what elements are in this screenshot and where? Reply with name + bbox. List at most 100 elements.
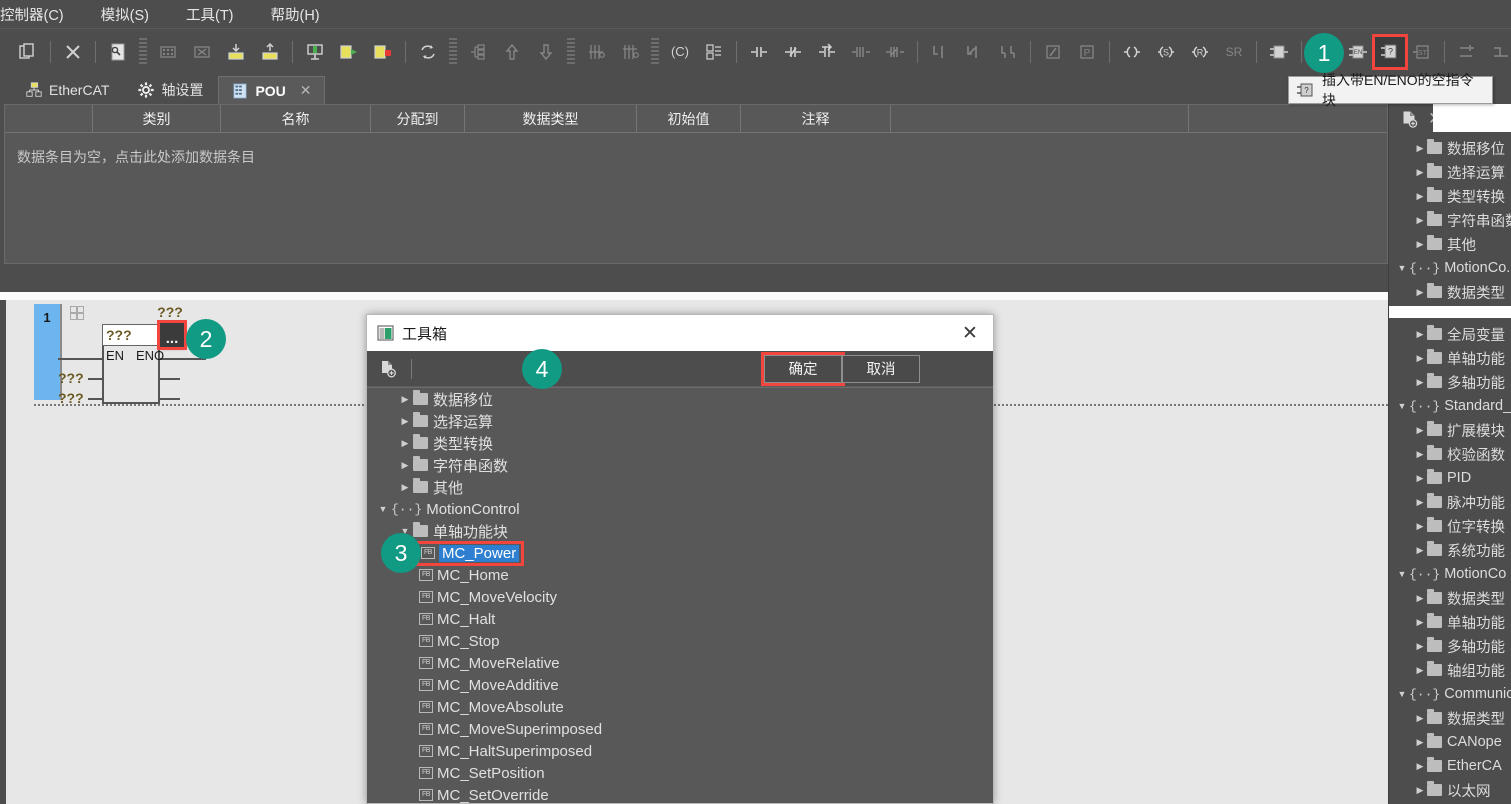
function-block[interactable]: FB MC_SetOverride (419, 787, 549, 803)
tree-item[interactable]: ▶ 脉冲功能 (1389, 490, 1511, 514)
tree-item[interactable]: ▶ 以太网 (1389, 778, 1511, 802)
menu-tools[interactable]: 工具(T) (186, 0, 249, 29)
input-label-1[interactable]: ??? (58, 370, 84, 386)
tree-item[interactable]: ▶ 类型转换 (1389, 184, 1511, 208)
tree-item[interactable]: ▶ 数据类型 (1389, 586, 1511, 610)
box-p-icon[interactable]: P (1070, 35, 1104, 69)
function-block[interactable]: FB MC_SetPosition (419, 765, 545, 782)
chevron-right-icon[interactable]: ▶ (1413, 191, 1427, 202)
tree-item[interactable]: ▶ 校验函数 (1389, 442, 1511, 466)
table-column-header[interactable]: 名称 (221, 105, 371, 132)
function-block-item[interactable]: FB MC_MoveAbsolute (367, 696, 993, 718)
dialog-close-icon[interactable]: ✕ (957, 322, 983, 345)
function-block[interactable]: FB MC_MoveVelocity (419, 589, 557, 606)
insert-before-icon[interactable] (579, 35, 613, 69)
branch-icon[interactable] (1450, 35, 1484, 69)
toolbar-grip[interactable] (651, 37, 659, 66)
chevron-right-icon[interactable]: ▶ (1413, 785, 1427, 796)
function-block-item[interactable]: FB MC_SetOverride (367, 784, 993, 803)
refresh-icon[interactable] (411, 35, 445, 69)
tree-item[interactable]: ▶ PID (1389, 466, 1511, 490)
toolbar-grip[interactable] (139, 37, 147, 66)
network-comment-icon[interactable] (697, 35, 731, 69)
chevron-right-icon[interactable]: ▶ (1413, 665, 1427, 676)
box-slash-icon[interactable] (1036, 35, 1070, 69)
chevron-right-icon[interactable]: ▶ (397, 482, 413, 493)
chevron-down-icon[interactable]: ▼ (1395, 263, 1409, 273)
chevron-right-icon[interactable]: ▶ (1413, 473, 1427, 484)
table-column-header[interactable]: 分配到 (371, 105, 465, 132)
function-block[interactable]: FB MC_HaltSuperimposed (419, 743, 592, 760)
chevron-right-icon[interactable]: ▶ (1413, 617, 1427, 628)
tree-item[interactable]: ▶ 位字转换 (1389, 514, 1511, 538)
chevron-down-icon[interactable]: ▼ (1395, 401, 1409, 411)
tree-item[interactable]: ▶ 选择运算 (367, 410, 993, 432)
chevron-right-icon[interactable]: ▶ (1413, 713, 1427, 724)
chevron-down-icon[interactable]: ▼ (1395, 689, 1409, 699)
tree-item[interactable]: ▼ 单轴功能块 (367, 520, 993, 542)
new-item-icon[interactable] (1401, 111, 1418, 128)
table-column-header[interactable]: 数据类型 (465, 105, 637, 132)
function-block[interactable]: FB MC_MoveSuperimposed (419, 721, 602, 738)
chevron-right-icon[interactable]: ▶ (1413, 449, 1427, 460)
tree-item[interactable]: ▶ 其他 (1389, 232, 1511, 256)
tree-item[interactable]: ▶ 数据移位 (367, 388, 993, 410)
comment-icon[interactable]: (C) (663, 35, 697, 69)
function-block-item[interactable]: FB MC_HaltSuperimposed (367, 740, 993, 762)
chevron-right-icon[interactable]: ▶ (1413, 329, 1427, 340)
selected-function-block[interactable]: FB MC_Power (415, 540, 525, 566)
tree-item[interactable]: ▶ 字符串函数 (1389, 208, 1511, 232)
contact-parallel-nc-icon[interactable] (878, 35, 912, 69)
chevron-right-icon[interactable]: ▶ (1413, 593, 1427, 604)
chevron-right-icon[interactable]: ▶ (1413, 167, 1427, 178)
coil-dual-icon[interactable] (991, 35, 1025, 69)
function-block[interactable]: FB MC_Halt (419, 611, 495, 628)
function-block-item[interactable]: FB MC_MoveRelative (367, 652, 993, 674)
tree-item[interactable]: ▶ 轴组功能 (1389, 658, 1511, 682)
monitor-icon[interactable] (298, 35, 332, 69)
function-block-item[interactable]: FB MC_MoveAdditive (367, 674, 993, 696)
chevron-right-icon[interactable]: ▶ (1413, 497, 1427, 508)
run-icon[interactable] (332, 35, 366, 69)
chevron-right-icon[interactable]: ▶ (1413, 215, 1427, 226)
chevron-right-icon[interactable]: ▶ (1413, 239, 1427, 250)
tree-item[interactable]: ▶ 单轴功能 (1389, 610, 1511, 634)
function-block-name-input[interactable]: ??? (102, 324, 158, 346)
tree-item[interactable]: ▼ {··} Standard_ (1389, 394, 1511, 418)
compile-icon[interactable] (151, 35, 185, 69)
copy-icon[interactable] (11, 35, 45, 69)
coil-icon[interactable] (1115, 35, 1149, 69)
tree-item[interactable]: ▶ 单轴功能 (1389, 346, 1511, 370)
table-column-header[interactable]: 类别 (93, 105, 221, 132)
coil-branch-icon[interactable] (923, 35, 957, 69)
chevron-right-icon[interactable]: ▶ (1413, 377, 1427, 388)
function-block[interactable]: FB MC_MoveRelative (419, 655, 560, 672)
move-up-icon[interactable] (495, 35, 529, 69)
function-block-item[interactable]: FB MC_Halt (367, 608, 993, 630)
dialog-tree-list[interactable]: ▶ 数据移位 ▶ 选择运算 ▶ 类型转换 ▶ 字符串函数 ▶ 其他 ▼ {··} MotionContr… (367, 387, 993, 803)
move-down-icon[interactable] (529, 35, 563, 69)
chevron-right-icon[interactable]: ▶ (397, 416, 413, 427)
tab-pou[interactable]: POU ✕ (218, 76, 325, 104)
tree-item[interactable]: ▼ {··} MotionCo (1389, 562, 1511, 586)
chevron-right-icon[interactable]: ▶ (1413, 737, 1427, 748)
chevron-right-icon[interactable]: ▶ (1413, 353, 1427, 364)
tree-item[interactable]: ▶ 多轴功能 (1389, 634, 1511, 658)
menu-controller[interactable]: 控制器(C) (0, 0, 79, 29)
chevron-right-icon[interactable]: ▶ (397, 460, 413, 471)
table-column-header[interactable] (5, 105, 93, 132)
download-icon[interactable] (219, 35, 253, 69)
upload-icon[interactable] (253, 35, 287, 69)
contact-parallel-no-icon[interactable] (844, 35, 878, 69)
menu-help[interactable]: 帮助(H) (271, 0, 335, 29)
ok-button[interactable]: 确定 (761, 351, 845, 386)
tree-item[interactable]: ▶ CANope (1389, 730, 1511, 754)
coil-reset-icon[interactable]: R (1183, 35, 1217, 69)
grid-toggle-icon[interactable] (70, 306, 84, 320)
coil-set-icon[interactable]: S (1149, 35, 1183, 69)
tree-item[interactable]: ▶ EtherCA (1389, 754, 1511, 778)
toolbox-tree-top[interactable]: ▶ 数据移位 ▶ 选择运算 ▶ 类型转换 ▶ 字符串函数 ▶ 其他 ▼{··}MotionCo...… (1389, 134, 1511, 304)
tree-item[interactable]: ▶ 全局变量 (1389, 322, 1511, 346)
block-en-eno-icon[interactable]: ? (1372, 33, 1408, 70)
chevron-right-icon[interactable]: ▶ (1413, 425, 1427, 436)
